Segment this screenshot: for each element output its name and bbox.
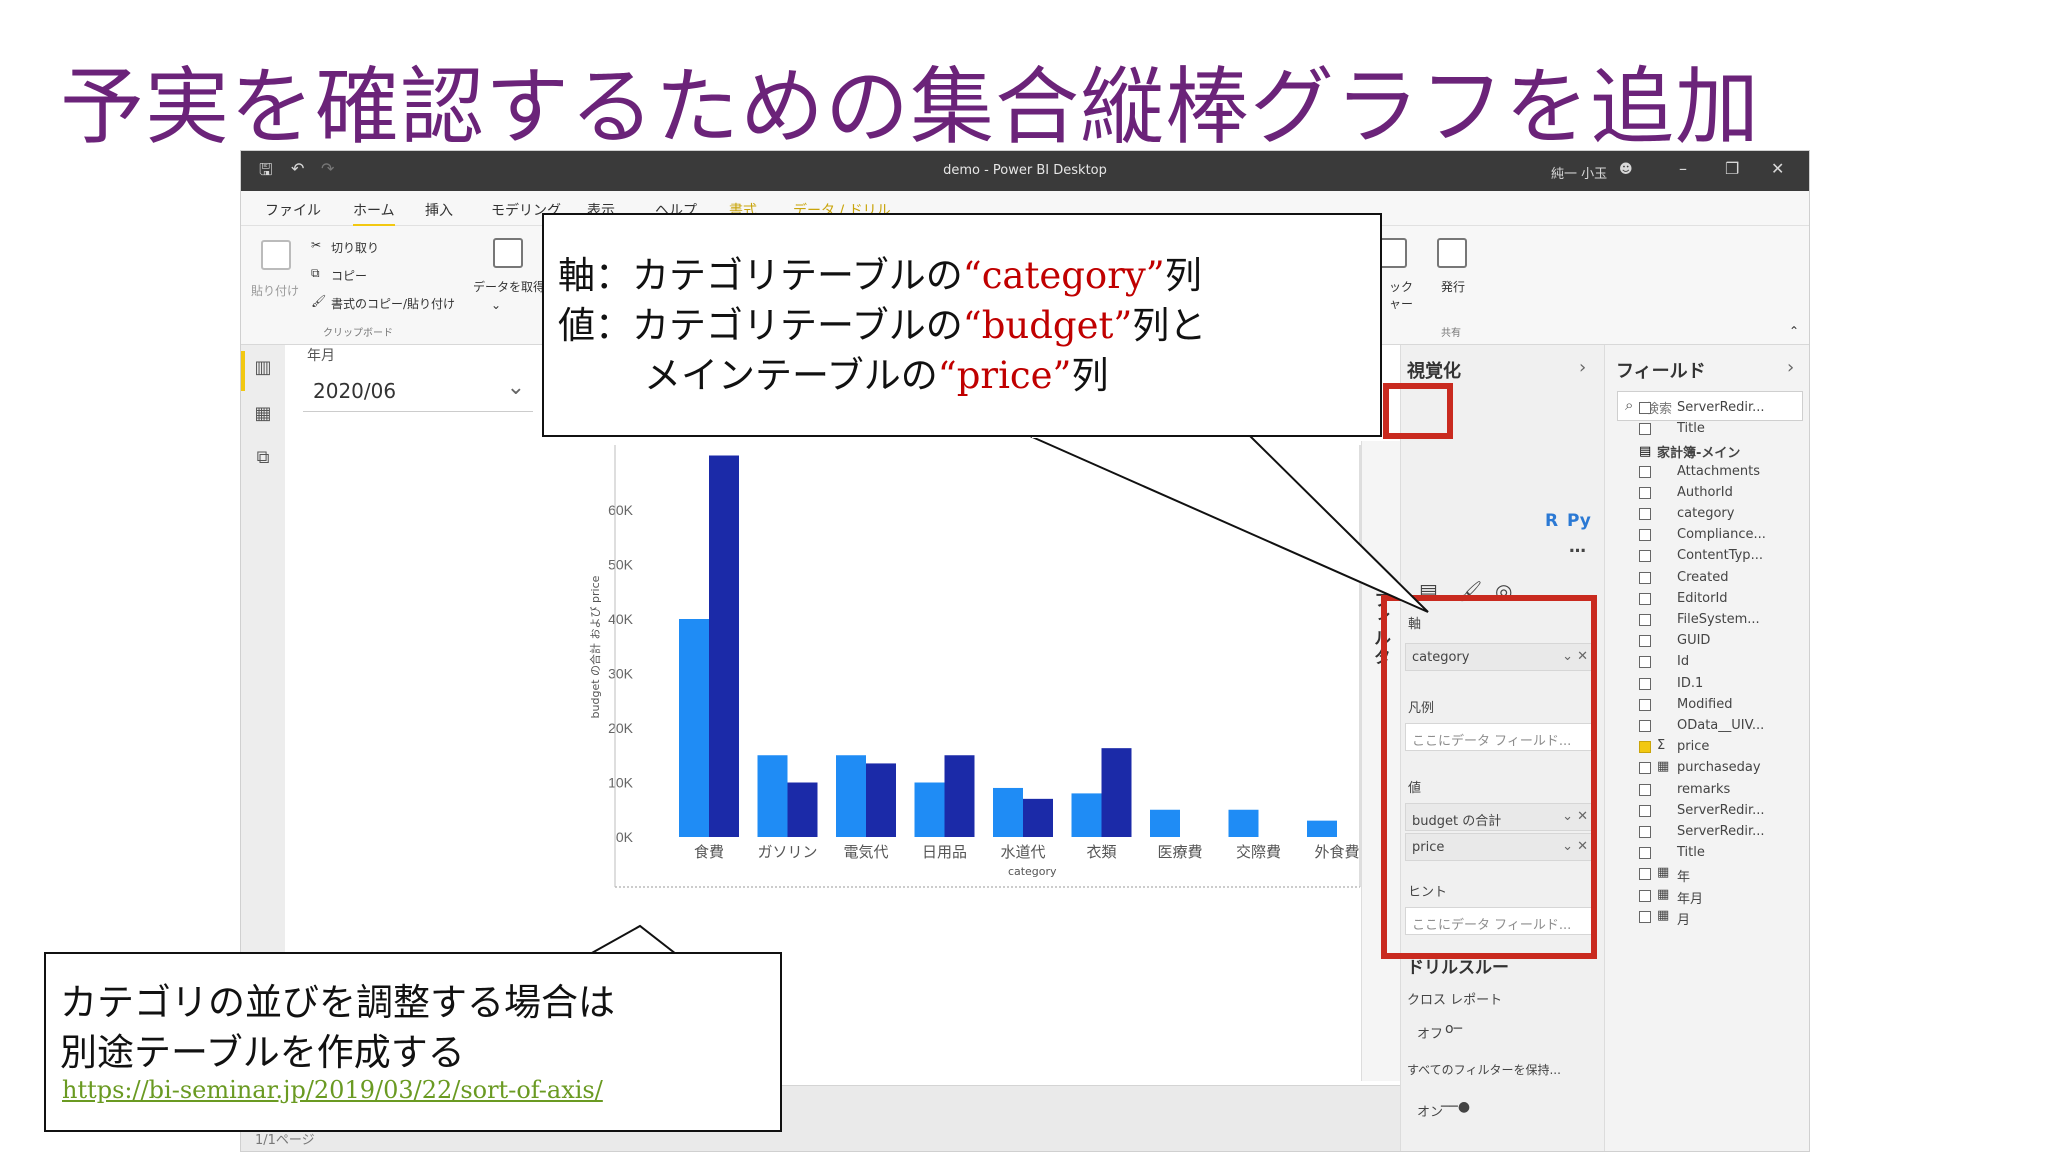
callout-line-values: 値：カテゴリテーブルの“budget”列と bbox=[558, 295, 1206, 349]
note-pointer bbox=[586, 924, 679, 955]
callout-pointer bbox=[1029, 435, 1429, 613]
explanation-callout: 軸：カテゴリテーブルの“category”列 値：カテゴリテーブルの“budge… bbox=[542, 213, 1382, 437]
callout-highlight: “category” bbox=[962, 254, 1165, 297]
note-line-2: 別途テーブルを作成する bbox=[60, 1031, 465, 1074]
reference-link[interactable]: https://bi-seminar.jp/2019/03/22/sort-of… bbox=[62, 1076, 603, 1104]
callout-text: 列と bbox=[1132, 304, 1207, 347]
callout-text: 値：カテゴリテーブルの bbox=[558, 304, 963, 347]
sort-note-callout: カテゴリの並びを調整する場合は 別途テーブルを作成する https://bi-s… bbox=[44, 952, 782, 1132]
callout-highlight: “budget” bbox=[962, 304, 1133, 347]
callout-text: 列 bbox=[1071, 354, 1109, 397]
callout-highlight: “price” bbox=[937, 354, 1072, 397]
callout-line-values-2: メインテーブルの“price”列 bbox=[644, 345, 1108, 399]
callout-text: 列 bbox=[1164, 254, 1202, 297]
callout-text: 軸：カテゴリテーブルの bbox=[558, 254, 963, 297]
note-line-1: カテゴリの並びを調整する場合は bbox=[60, 981, 615, 1024]
callout-line-axis: 軸：カテゴリテーブルの“category”列 bbox=[558, 245, 1202, 299]
callout-text: メインテーブルの bbox=[644, 354, 938, 397]
